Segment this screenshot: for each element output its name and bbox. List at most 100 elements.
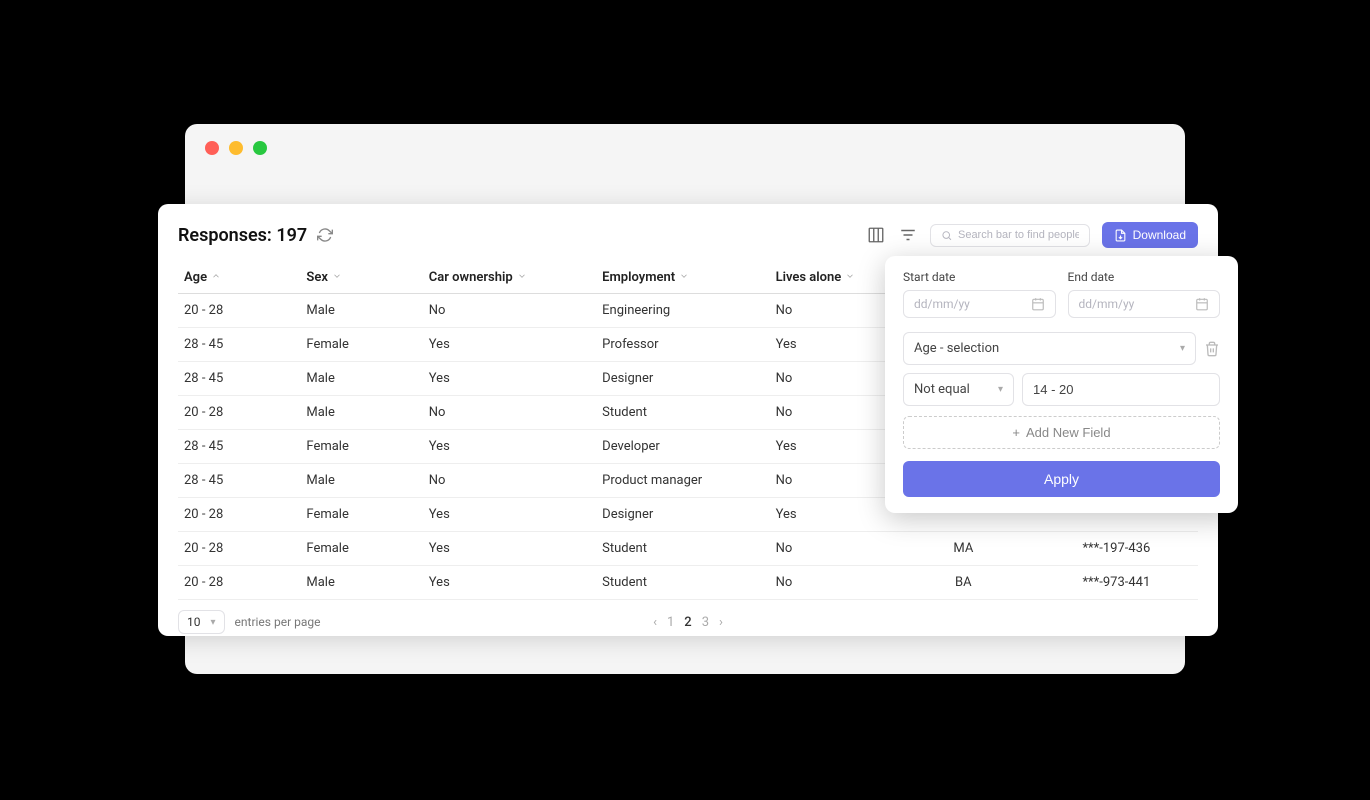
- page-prev[interactable]: ‹: [653, 615, 657, 630]
- cell-phone: ***-197-436: [1035, 532, 1198, 566]
- calendar-icon: [1195, 297, 1209, 311]
- end-date-input[interactable]: dd/mm/yy: [1068, 290, 1221, 318]
- chevron-down-icon: ▾: [998, 384, 1003, 395]
- search-icon: [941, 229, 952, 242]
- cell-car: Yes: [423, 328, 596, 362]
- add-field-button[interactable]: + Add New Field: [903, 416, 1220, 449]
- cell-emp: Product manager: [596, 464, 769, 498]
- cell-alone: No: [770, 362, 892, 396]
- chevron-down-icon[interactable]: [517, 270, 527, 285]
- start-date-input[interactable]: dd/mm/yy: [903, 290, 1056, 318]
- cell-emp: Engineering: [596, 294, 769, 328]
- apply-label: Apply: [1044, 471, 1079, 487]
- cell-emp: Developer: [596, 430, 769, 464]
- cell-car: Yes: [423, 362, 596, 396]
- cell-emp: Professor: [596, 328, 769, 362]
- cell-alone: No: [770, 532, 892, 566]
- cell-age: 20 - 28: [178, 532, 300, 566]
- cell-alone: Yes: [770, 498, 892, 532]
- chevron-down-icon[interactable]: [332, 270, 342, 285]
- col-sex: Sex: [306, 270, 328, 285]
- cell-car: No: [423, 464, 596, 498]
- cell-age: 28 - 45: [178, 362, 300, 396]
- start-date-label: Start date: [903, 270, 1056, 284]
- search-input[interactable]: [958, 229, 1079, 241]
- cell-edu: MA: [892, 532, 1035, 566]
- cell-emp: Student: [596, 532, 769, 566]
- cell-age: 28 - 45: [178, 328, 300, 362]
- cell-age: 28 - 45: [178, 464, 300, 498]
- entries-select[interactable]: 10 ▾: [178, 610, 225, 634]
- cell-alone: No: [770, 396, 892, 430]
- cell-age: 20 - 28: [178, 566, 300, 600]
- cell-alone: Yes: [770, 430, 892, 464]
- table-row[interactable]: 20 - 28FemaleYesStudentNoMA***-197-436: [178, 532, 1198, 566]
- cell-emp: Designer: [596, 362, 769, 396]
- maximize-dot[interactable]: [253, 141, 267, 155]
- download-label: Download: [1133, 228, 1186, 242]
- page-3[interactable]: 3: [702, 615, 709, 630]
- cell-sex: Male: [300, 362, 422, 396]
- filter-field-value: Age - selection: [914, 341, 999, 356]
- cell-phone: ***-973-441: [1035, 566, 1198, 600]
- chevron-down-icon: ▾: [211, 617, 216, 628]
- filter-operator-select[interactable]: Not equal ▾: [903, 373, 1014, 406]
- columns-icon[interactable]: [866, 225, 886, 245]
- cell-alone: No: [770, 294, 892, 328]
- cell-emp: Student: [596, 566, 769, 600]
- page-1[interactable]: 1: [667, 615, 674, 630]
- filter-field-select[interactable]: Age - selection ▾: [903, 332, 1196, 365]
- cell-car: Yes: [423, 430, 596, 464]
- filter-value-input[interactable]: [1022, 373, 1220, 406]
- table-footer: 10 ▾ entries per page ‹ 1 2 3 ›: [178, 610, 1198, 634]
- download-button[interactable]: Download: [1102, 222, 1198, 248]
- filter-icon[interactable]: [898, 225, 918, 245]
- cell-car: Yes: [423, 532, 596, 566]
- cell-emp: Student: [596, 396, 769, 430]
- responses-title: Responses: 197: [178, 225, 307, 246]
- cell-edu: BA: [892, 566, 1035, 600]
- cell-age: 28 - 45: [178, 430, 300, 464]
- minimize-dot[interactable]: [229, 141, 243, 155]
- cell-sex: Female: [300, 328, 422, 362]
- start-date-placeholder: dd/mm/yy: [914, 297, 970, 311]
- cell-sex: Male: [300, 294, 422, 328]
- cell-car: Yes: [423, 566, 596, 600]
- page-2[interactable]: 2: [684, 615, 691, 630]
- calendar-icon: [1031, 297, 1045, 311]
- page-next[interactable]: ›: [719, 615, 723, 630]
- cell-sex: Female: [300, 532, 422, 566]
- col-alone: Lives alone: [776, 270, 842, 285]
- cell-emp: Designer: [596, 498, 769, 532]
- end-date-placeholder: dd/mm/yy: [1079, 297, 1135, 311]
- trash-icon[interactable]: [1204, 341, 1220, 357]
- cell-sex: Male: [300, 396, 422, 430]
- sort-asc-icon[interactable]: [211, 270, 221, 285]
- refresh-icon[interactable]: [317, 227, 333, 243]
- chevron-down-icon[interactable]: [679, 270, 689, 285]
- cell-sex: Female: [300, 498, 422, 532]
- cell-sex: Male: [300, 464, 422, 498]
- search-box[interactable]: [930, 224, 1090, 247]
- close-dot[interactable]: [205, 141, 219, 155]
- entries-label: entries per page: [235, 615, 321, 629]
- col-age: Age: [184, 270, 207, 285]
- col-car: Car ownership: [429, 270, 513, 285]
- end-date-label: End date: [1068, 270, 1221, 284]
- panel-header: Responses: 197 Download: [178, 222, 1198, 248]
- col-emp: Employment: [602, 270, 675, 285]
- cell-alone: Yes: [770, 328, 892, 362]
- add-field-label: Add New Field: [1026, 425, 1111, 440]
- chevron-down-icon[interactable]: [845, 270, 855, 285]
- cell-age: 20 - 28: [178, 498, 300, 532]
- download-icon: [1114, 229, 1127, 242]
- cell-alone: No: [770, 566, 892, 600]
- chevron-down-icon: ▾: [1180, 343, 1185, 354]
- titlebar: [185, 124, 1185, 172]
- table-row[interactable]: 20 - 28MaleYesStudentNoBA***-973-441: [178, 566, 1198, 600]
- filter-popover: Start date dd/mm/yy End date dd/mm/yy Ag…: [885, 256, 1238, 513]
- entries-value: 10: [187, 615, 201, 629]
- cell-car: No: [423, 294, 596, 328]
- apply-button[interactable]: Apply: [903, 461, 1220, 497]
- pagination: ‹ 1 2 3 ›: [653, 615, 723, 630]
